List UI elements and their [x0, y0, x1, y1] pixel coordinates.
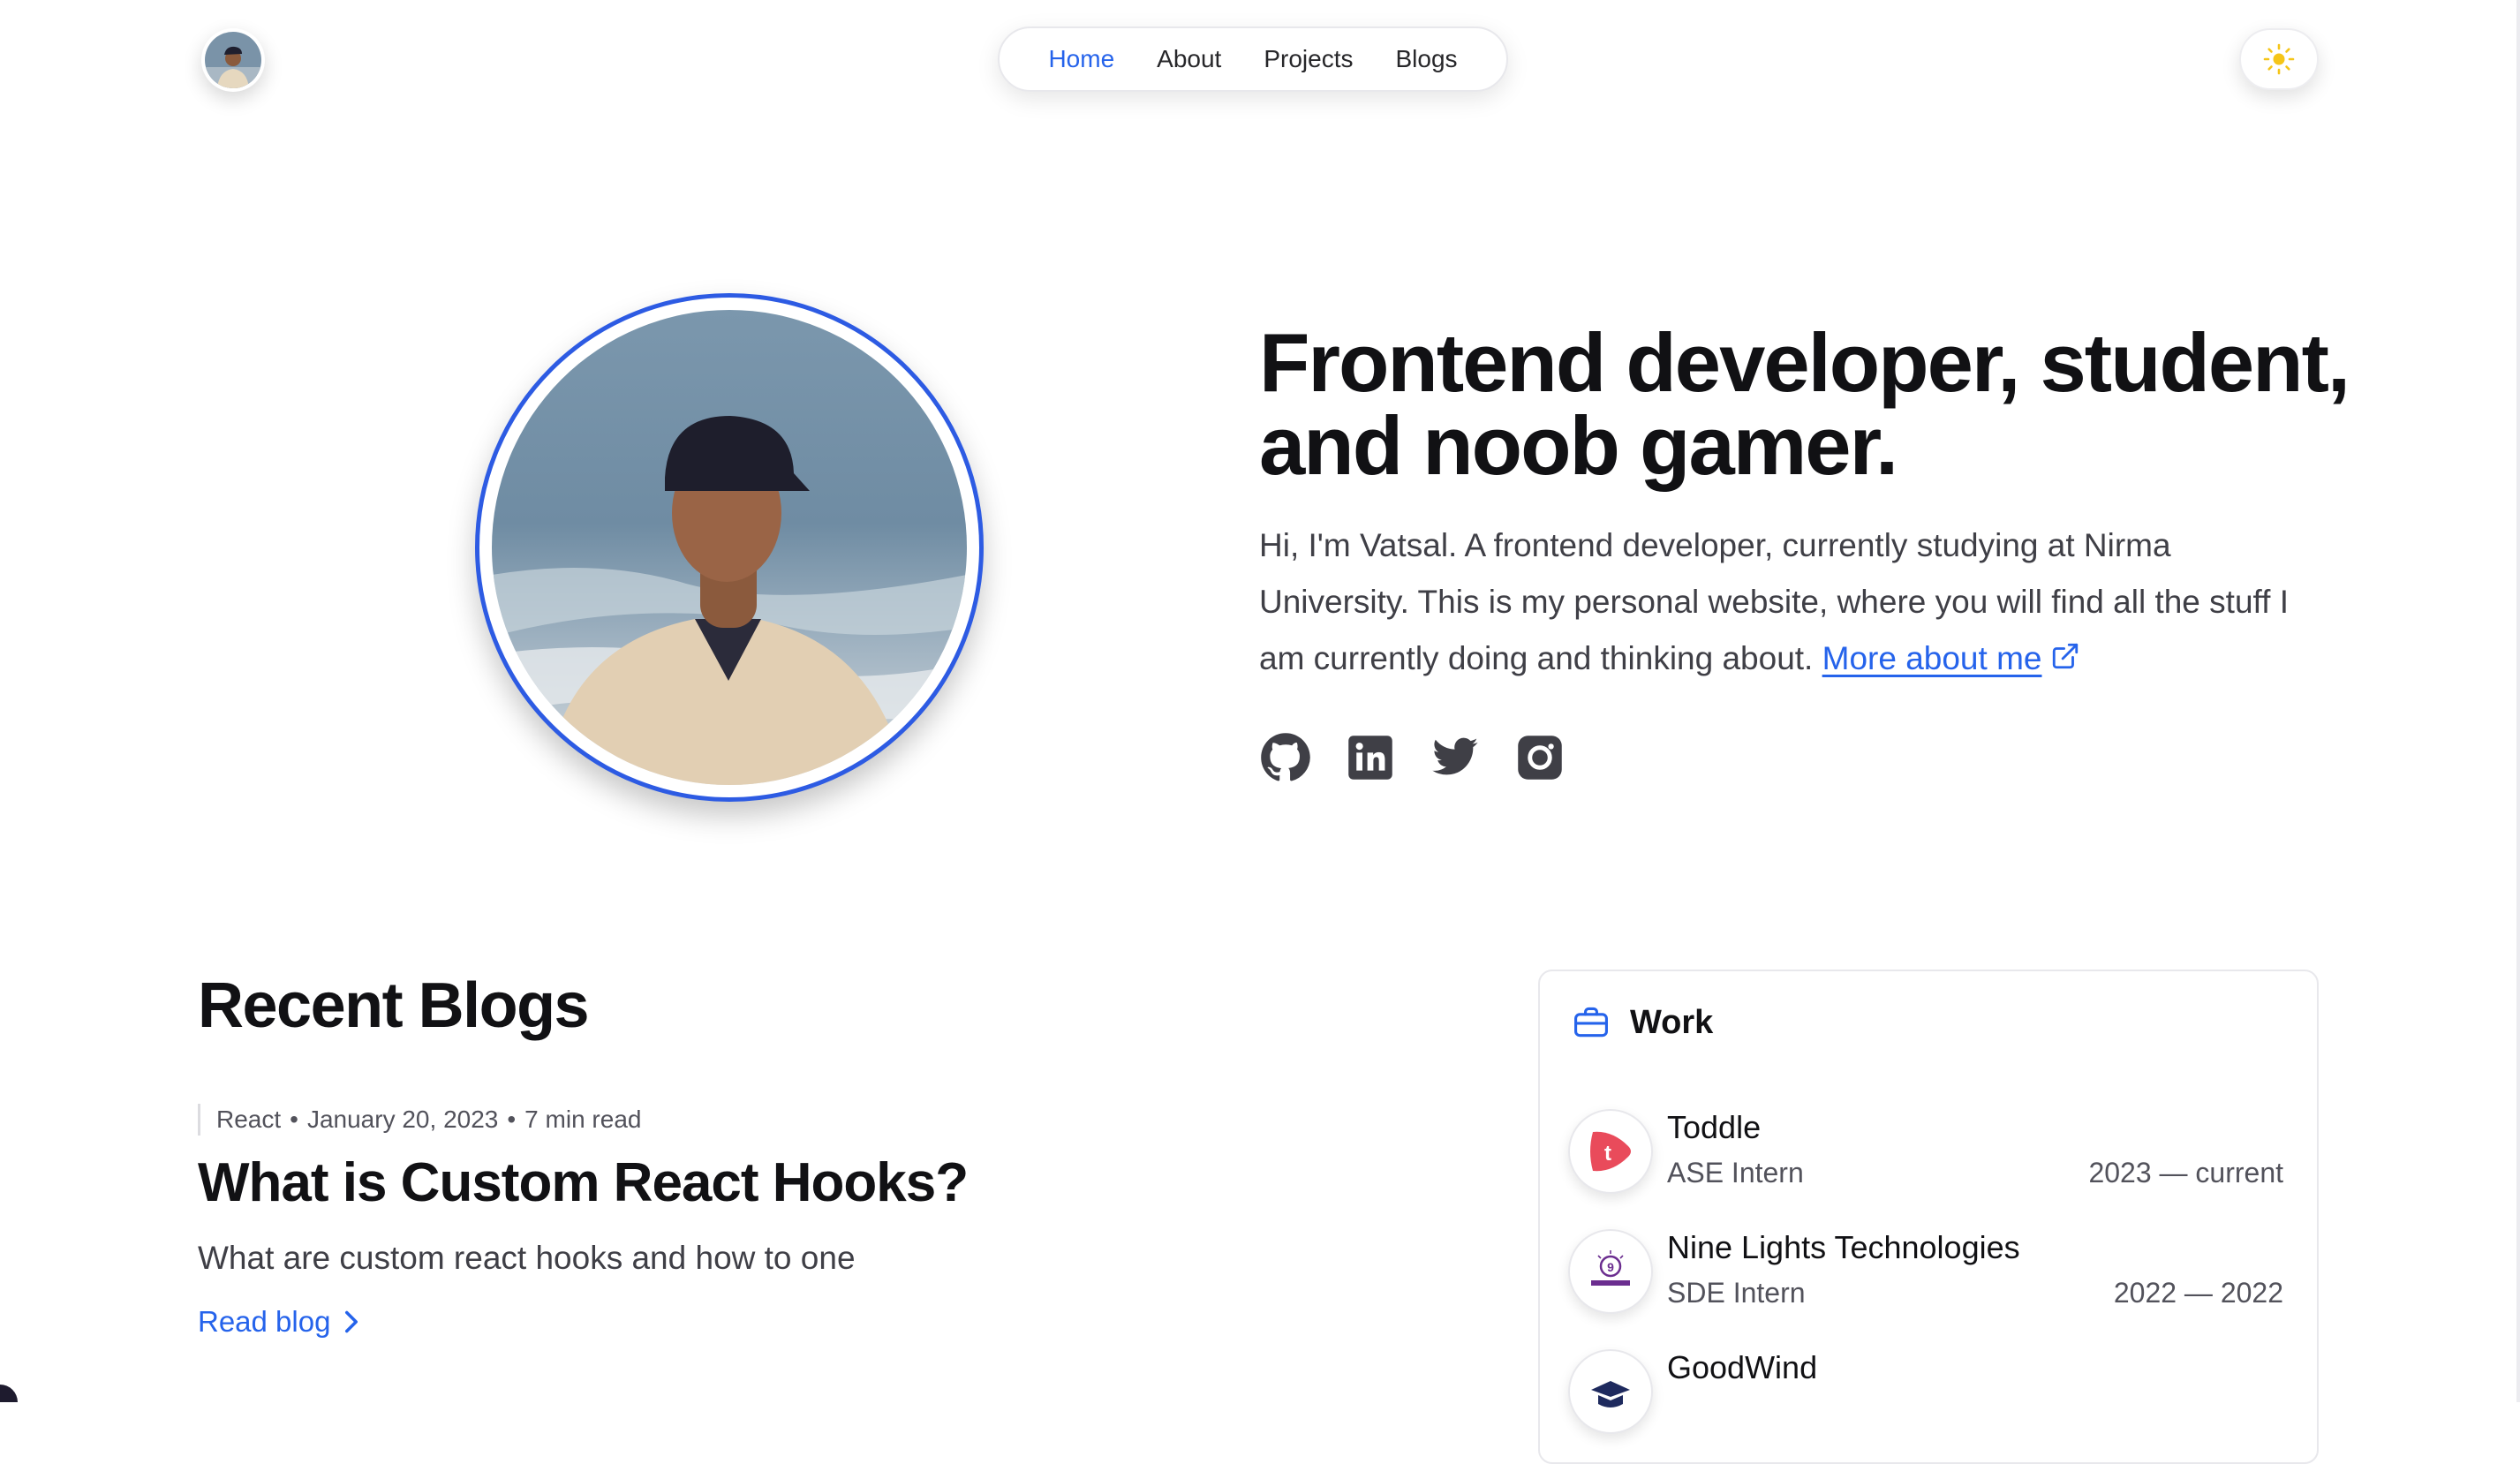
work-role: ASE Intern	[1667, 1157, 1804, 1189]
work-role: SDE Intern	[1667, 1277, 1806, 1309]
toddle-logo: t	[1568, 1109, 1653, 1194]
social-links	[1259, 731, 1566, 784]
work-company: Toddle	[1667, 1109, 1762, 1145]
external-link-icon	[2050, 632, 2080, 689]
hero-intro: Hi, I'm Vatsal. A frontend developer, cu…	[1259, 517, 2328, 689]
meta-separator: •	[507, 1106, 517, 1133]
main-nav: Home About Projects Blogs	[998, 26, 1508, 92]
twitter-icon[interactable]	[1429, 731, 1482, 784]
theme-toggle-button[interactable]	[2239, 28, 2319, 90]
nav-about[interactable]: About	[1157, 45, 1221, 73]
goodwind-logo	[1568, 1349, 1653, 1434]
sun-icon	[2263, 43, 2295, 75]
nav-blogs[interactable]: Blogs	[1395, 45, 1457, 73]
svg-text:t: t	[1604, 1142, 1611, 1166]
blog-description: What are custom react hooks and how to o…	[198, 1240, 856, 1276]
svg-text:9: 9	[1607, 1260, 1614, 1274]
nine-lights-logo: 9	[1568, 1229, 1653, 1314]
work-item-nine-lights: 9 Nine Lights Technologies SDE Intern 20…	[1568, 1229, 2283, 1317]
briefcase-icon	[1574, 1007, 1608, 1038]
recent-blogs-title: Recent Blogs	[198, 970, 590, 1041]
blog-category: React	[216, 1106, 282, 1133]
work-title: Work	[1630, 1003, 1714, 1041]
hero-title: Frontend developer, student, and noob ga…	[1259, 316, 2350, 492]
more-about-me-link[interactable]: More about me	[1822, 640, 2042, 676]
github-icon[interactable]	[1259, 731, 1312, 784]
blog-title[interactable]: What is Custom React Hooks?	[198, 1151, 969, 1214]
profile-photo-image	[492, 310, 967, 785]
work-company: GoodWind	[1667, 1349, 1818, 1385]
profile-photo	[475, 293, 984, 802]
instagram-icon[interactable]	[1513, 731, 1566, 784]
nav-projects[interactable]: Projects	[1264, 45, 1353, 73]
work-dates: 2022 — 2022	[2113, 1277, 2283, 1309]
work-card: Work t Toddle ASE Intern 2023 — current …	[1538, 970, 2319, 1464]
chevron-right-icon	[345, 1310, 358, 1333]
blog-date: January 20, 2023	[306, 1106, 499, 1133]
avatar[interactable]	[201, 28, 265, 92]
meta-separator: •	[290, 1106, 298, 1133]
read-blog-label: Read blog	[198, 1305, 331, 1338]
read-blog-link[interactable]: Read blog	[198, 1305, 360, 1339]
nav-home[interactable]: Home	[1048, 45, 1114, 73]
work-dates: 2023 — current	[2088, 1157, 2283, 1189]
linkedin-icon[interactable]	[1344, 731, 1397, 784]
work-item-toddle: t Toddle ASE Intern 2023 — current	[1568, 1109, 2283, 1197]
work-company: Nine Lights Technologies	[1667, 1229, 2020, 1265]
work-header: Work	[1572, 1003, 1713, 1042]
avatar-photo	[205, 32, 261, 88]
hero-intro-text: Hi, I'm Vatsal. A frontend developer, cu…	[1259, 527, 2289, 676]
window-edge	[2516, 0, 2520, 1402]
blog-read-time: 7 min read	[524, 1106, 642, 1133]
window-corner	[0, 1385, 18, 1402]
blog-meta: React • January 20, 2023 • 7 min read	[198, 1104, 641, 1136]
work-item-goodwind: GoodWind	[1568, 1349, 2283, 1438]
